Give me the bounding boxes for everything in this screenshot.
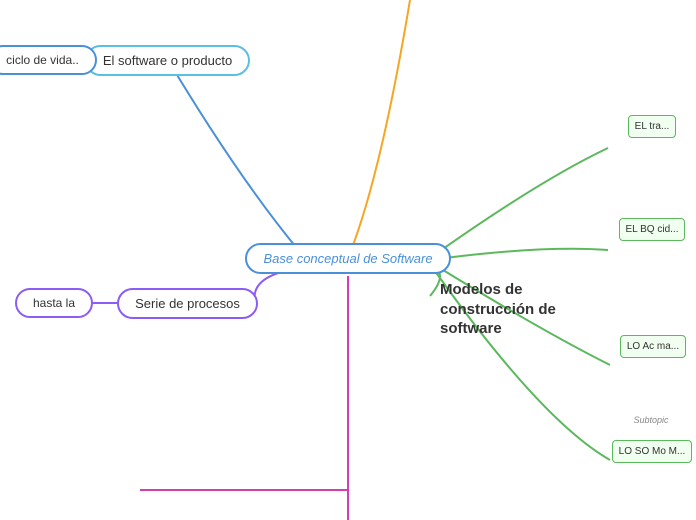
right-mid-label: EL BQ cid... [619,218,686,241]
center-node-label: Base conceptual de Software [245,243,450,274]
node-right-bottom[interactable]: LO SO Mo M... [608,440,696,463]
software-producto-label: El software o producto [85,45,250,76]
node-subtopic-label: Subtopic [610,415,692,425]
node-serie-procesos[interactable]: Serie de procesos [120,287,255,319]
center-node[interactable]: Base conceptual de Software [263,240,433,276]
node-right-lower[interactable]: LO Ac ma... [610,335,696,358]
right-bottom-label: LO SO Mo M... [612,440,693,463]
mind-map-container: Base conceptual de Software El software … [0,0,696,520]
ciclo-vida-label: ciclo de vida.. [0,45,97,75]
node-ciclo-vida[interactable]: ciclo de vida.. [0,44,85,76]
right-lower-label: LO Ac ma... [620,335,686,358]
node-right-mid[interactable]: EL BQ cid... [608,218,696,241]
node-software-producto[interactable]: El software o producto [90,44,245,76]
node-modelos[interactable]: Modelos de construcción de software [430,280,630,339]
node-hasta-la[interactable]: hasta la [18,287,90,319]
right-top-label: EL tra... [628,115,677,138]
node-right-top[interactable]: EL tra... [608,115,696,138]
serie-procesos-label: Serie de procesos [117,288,258,319]
modelos-label: Modelos de construcción de software [440,280,620,339]
hasta-la-label: hasta la [15,288,93,318]
